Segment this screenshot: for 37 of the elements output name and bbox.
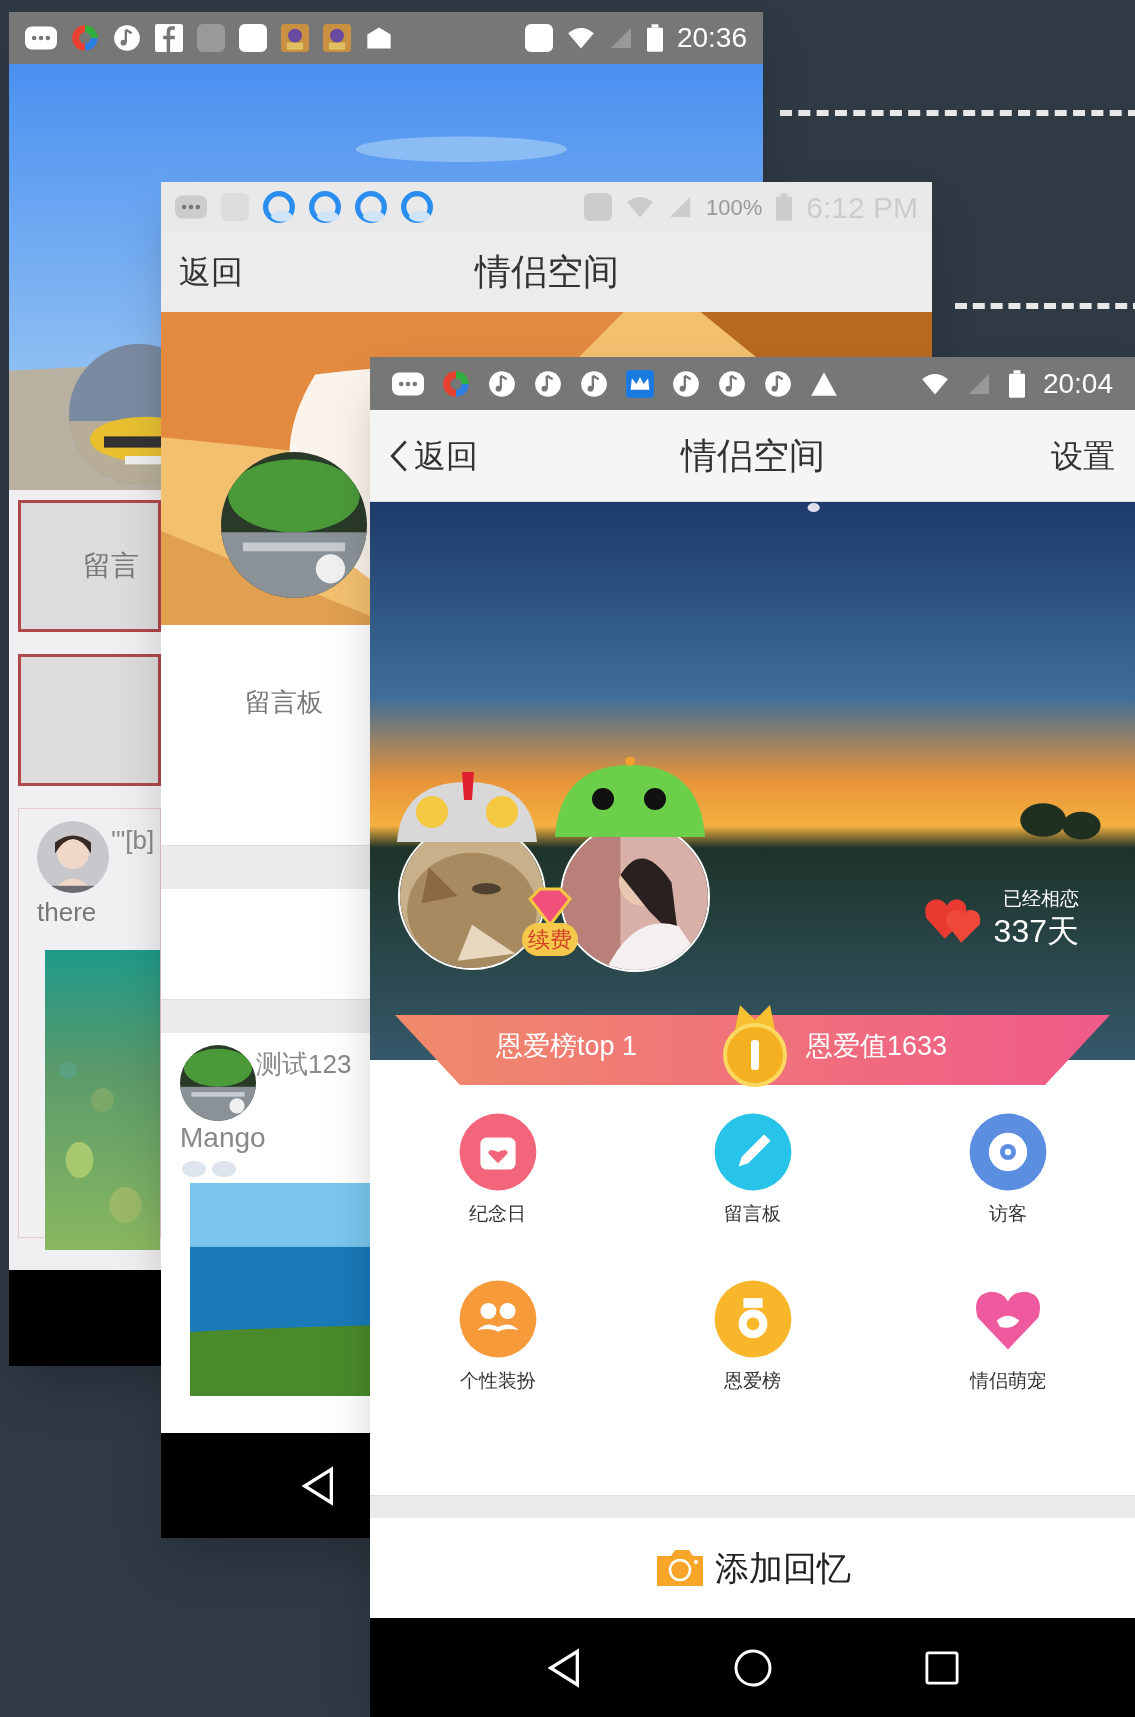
settings-button[interactable]: 设置 (1051, 431, 1115, 480)
notification-icon (197, 24, 225, 52)
feature-label[interactable]: 恩爱榜 (724, 1366, 781, 1395)
feature-label[interactable]: 访客 (988, 1200, 1027, 1229)
battery-icon (646, 24, 663, 52)
feature-label[interactable]: 个性装扮 (459, 1366, 536, 1395)
status-time: 20:04 (1042, 366, 1113, 401)
mustache-icon[interactable] (457, 1278, 538, 1359)
back-nav-icon[interactable] (301, 1465, 335, 1506)
recents-nav-icon[interactable] (925, 1650, 960, 1685)
social-app-icon (155, 24, 183, 52)
pen-icon[interactable] (712, 1112, 793, 1192)
calendar-icon[interactable] (457, 1112, 538, 1192)
medal-icon[interactable] (712, 1278, 793, 1359)
back-nav-icon[interactable] (545, 1647, 582, 1688)
comment-text: '"[b] (111, 824, 155, 857)
game-icon (281, 24, 309, 52)
add-memory-button[interactable]: 添加回忆 (370, 1518, 1135, 1618)
status-time: 20:36 (676, 21, 747, 55)
feature-label[interactable]: 纪念日 (469, 1200, 526, 1229)
music-note-icon (113, 24, 141, 52)
app-icon (71, 24, 99, 52)
game-icon (323, 24, 351, 52)
battery-icon (1008, 369, 1025, 398)
post-author: Mango (180, 1121, 266, 1155)
camera-icon (654, 1548, 705, 1588)
notification-icon (524, 24, 553, 52)
eye-icon[interactable] (967, 1112, 1048, 1192)
feature-label[interactable]: 留言板 (724, 1200, 781, 1229)
battery-icon (776, 193, 793, 221)
message-icon (25, 26, 57, 50)
message-board-label[interactable]: 留言板 (245, 687, 323, 717)
notification-icon (239, 24, 267, 52)
home-nav-icon[interactable] (733, 1647, 774, 1688)
commenter-name: there (37, 896, 97, 929)
feature-label[interactable]: 情侣萌宠 (969, 1366, 1046, 1395)
post-title: 测试123 (256, 1048, 352, 1081)
